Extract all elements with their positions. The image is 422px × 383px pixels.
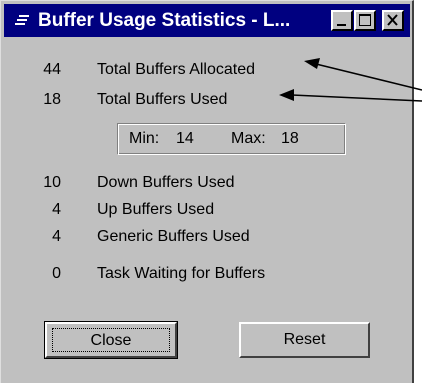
annotation-arrows [279, 58, 422, 102]
arrow-head-allocated [304, 58, 320, 69]
arrow-line-used [291, 94, 422, 102]
arrow-head-used [279, 89, 294, 101]
arrow-line-allocated [315, 63, 422, 91]
